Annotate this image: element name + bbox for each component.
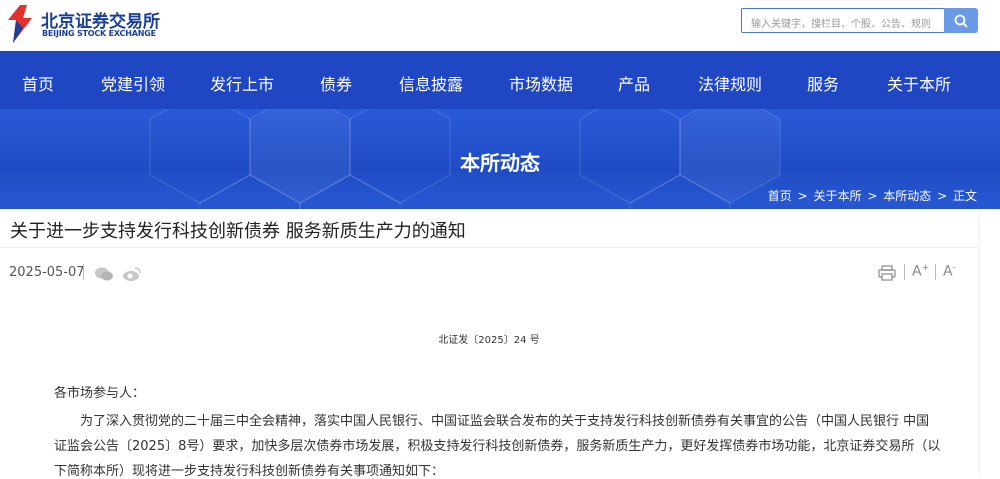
- tools-divider: [904, 264, 905, 280]
- font-larger-label: A: [912, 263, 922, 280]
- main-nav: 首页 党建引领 发行上市 债券 信息披露 市场数据 产品 法律规则 服务 关于本…: [0, 51, 1000, 109]
- search-icon: [954, 14, 968, 28]
- body-line: 下简称本所）现将进一步支持发行科技创新债券有关事项通知如下：: [54, 464, 445, 479]
- breadcrumb-current: 正文: [952, 189, 977, 203]
- search-button[interactable]: [944, 8, 978, 33]
- nav-item-listing[interactable]: 发行上市: [210, 71, 274, 95]
- nav-item-rules[interactable]: 法律规则: [698, 71, 762, 95]
- nav-item-disclosure[interactable]: 信息披露: [399, 71, 463, 95]
- body-line: 证监会公告〔2025〕8号）要求，加快多层次债券市场发展，积极支持发行科技创新债…: [54, 439, 941, 454]
- banner-title: 本所动态: [460, 151, 540, 175]
- font-larger-button[interactable]: A+: [912, 263, 929, 280]
- title-divider: [0, 247, 978, 248]
- nav-item-services[interactable]: 服务: [807, 71, 839, 95]
- nav-item-home[interactable]: 首页: [22, 71, 54, 95]
- nav-item-bonds[interactable]: 债券: [320, 71, 352, 95]
- logo-english-name: BEIJING STOCK EXCHANGE: [42, 29, 156, 38]
- print-icon[interactable]: [878, 265, 896, 281]
- site-logo[interactable]: 北京证券交易所 BEIJING STOCK EXCHANGE: [3, 4, 163, 44]
- breadcrumb-separator: >: [797, 189, 808, 203]
- meta-divider: [83, 264, 84, 280]
- breadcrumb-about[interactable]: 关于本所: [814, 189, 862, 203]
- nav-item-party-building[interactable]: 党建引领: [101, 71, 165, 95]
- site-header: 北京证券交易所 BEIJING STOCK EXCHANGE 输入关键字，搜栏目…: [0, 0, 1000, 51]
- article-date: 2025-05-07: [9, 265, 85, 280]
- tools-divider: [935, 264, 936, 280]
- breadcrumb-news[interactable]: 本所动态: [883, 189, 931, 203]
- breadcrumb-separator: >: [937, 189, 948, 203]
- salutation: 各市场参与人：: [54, 386, 146, 401]
- font-smaller-label: A: [943, 263, 953, 280]
- page-banner: 本所动态 首页 > 关于本所 > 本所动态 > 正文: [0, 109, 1000, 209]
- logo-mark-icon: [8, 5, 32, 43]
- nav-item-products[interactable]: 产品: [618, 71, 650, 95]
- wechat-icon[interactable]: [94, 266, 114, 282]
- article-title: 关于进一步支持发行科技创新债券 服务新质生产力的通知: [10, 221, 466, 242]
- search-input[interactable]: 输入关键字，搜栏目、个股、公告、规则: [741, 8, 945, 33]
- breadcrumb: 首页 > 关于本所 > 本所动态 > 正文: [767, 187, 978, 204]
- body-line: 为了深入贯彻党的二十届三中全会精神，落实中国人民银行、中国证监会联合发布的关于支…: [80, 414, 930, 429]
- breadcrumb-separator: >: [867, 189, 878, 203]
- nav-item-market-data[interactable]: 市场数据: [509, 71, 573, 95]
- breadcrumb-home[interactable]: 首页: [768, 189, 792, 203]
- document-number: 北证发〔2025〕24 号: [438, 335, 540, 346]
- weibo-icon[interactable]: [122, 266, 142, 282]
- nav-item-about[interactable]: 关于本所: [887, 71, 951, 95]
- font-smaller-button[interactable]: A-: [943, 263, 956, 280]
